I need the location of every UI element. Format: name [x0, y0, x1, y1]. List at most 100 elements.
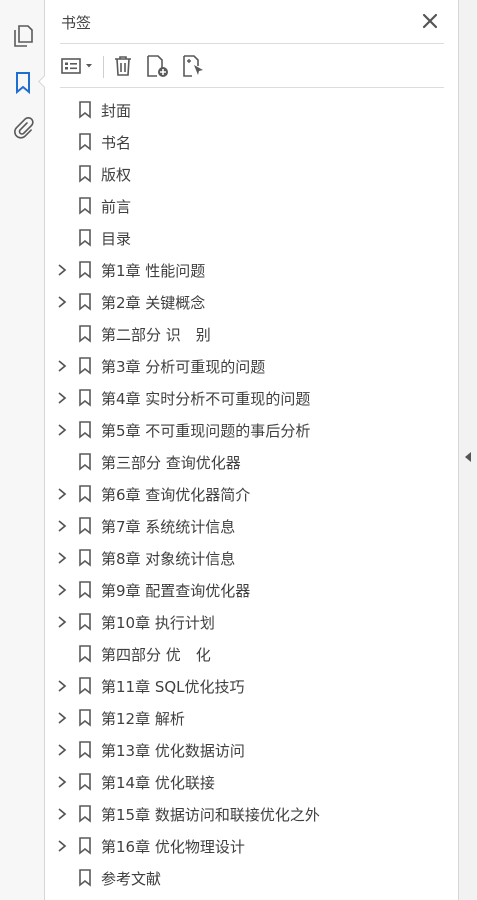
bookmark-icon — [79, 357, 91, 375]
bookmark-label: 参考文献 — [101, 870, 162, 888]
bookmark-icon — [16, 72, 30, 95]
bookmark-label: 前言 — [101, 198, 132, 216]
bookmark-item[interactable]: 第3章 分析可重现的问题 — [46, 350, 458, 382]
bookmark-item[interactable]: 目录 — [46, 222, 458, 254]
chevron-right-icon[interactable] — [55, 743, 69, 757]
bookmark-label: 第15章 数据访问和联接优化之外 — [101, 806, 320, 824]
bookmark-icon — [79, 325, 91, 343]
add-bookmark-icon — [147, 55, 168, 77]
options-menu-button[interactable] — [60, 52, 94, 80]
bookmark-icon — [79, 421, 91, 439]
bookmark-item[interactable]: 第11章 SQL优化技巧 — [46, 670, 458, 702]
chevron-right-icon[interactable] — [55, 263, 69, 277]
chevron-right-icon[interactable] — [55, 775, 69, 789]
chevron-right-icon[interactable] — [55, 807, 69, 821]
bookmark-item[interactable]: 第9章 配置查询优化器 — [46, 574, 458, 606]
bookmark-icon — [79, 645, 91, 663]
chevron-right-icon[interactable] — [55, 423, 69, 437]
bookmark-label: 第16章 优化物理设计 — [101, 838, 245, 856]
chevron-right-icon[interactable] — [55, 551, 69, 565]
chevron-right-icon[interactable] — [55, 487, 69, 501]
bookmark-icon — [79, 869, 91, 887]
bookmark-icon — [79, 581, 91, 599]
bookmark-item[interactable]: 封面 — [46, 94, 458, 126]
bookmark-label: 第四部分 优 化 — [101, 646, 211, 664]
bookmark-label: 第5章 不可重现问题的事后分析 — [101, 422, 311, 440]
bookmark-icon — [79, 293, 91, 311]
bookmark-item[interactable]: 第13章 优化数据访问 — [46, 734, 458, 766]
left-nav-rail — [0, 0, 45, 900]
delete-bookmark-button[interactable] — [112, 52, 134, 80]
bookmark-item[interactable]: 第10章 执行计划 — [46, 606, 458, 638]
bookmark-label: 版权 — [101, 166, 132, 184]
bookmark-label: 第8章 对象统计信息 — [101, 550, 236, 568]
chevron-right-icon[interactable] — [55, 391, 69, 405]
bookmark-icon — [79, 389, 91, 407]
collapse-panel-arrow-icon[interactable] — [465, 452, 471, 462]
bookmark-item[interactable]: 第14章 优化联接 — [46, 766, 458, 798]
bookmark-item[interactable]: 第2章 关键概念 — [46, 286, 458, 318]
bookmark-icon — [79, 517, 91, 535]
bookmark-item[interactable]: 前言 — [46, 190, 458, 222]
bookmark-label: 第11章 SQL优化技巧 — [101, 678, 245, 696]
bookmark-item[interactable]: 第5章 不可重现问题的事后分析 — [46, 414, 458, 446]
new-bookmark-button[interactable] — [145, 52, 171, 80]
chevron-right-icon[interactable] — [55, 295, 69, 309]
bookmarks-button[interactable] — [9, 69, 37, 97]
bookmark-label: 第2章 关键概念 — [101, 294, 206, 312]
toolbar-separator — [103, 56, 104, 78]
bookmark-list: 封面书名版权前言目录第1章 性能问题 第2章 关键概念第二部分 识 别第3章 分析… — [46, 94, 458, 894]
bookmark-item[interactable]: 第8章 对象统计信息 — [46, 542, 458, 574]
attachments-button[interactable] — [9, 114, 37, 142]
bookmark-icon — [79, 773, 91, 791]
bookmark-label: 目录 — [101, 230, 132, 248]
bookmark-label: 第三部分 查询优化器 — [101, 454, 241, 472]
chevron-right-icon[interactable] — [55, 519, 69, 533]
pages-icon — [14, 25, 33, 47]
bookmark-icon — [79, 549, 91, 567]
bookmark-item[interactable]: 第16章 优化物理设计 — [46, 830, 458, 862]
new-bookmark-from-selection-button[interactable] — [181, 52, 207, 80]
bookmark-item[interactable]: 第4章 实时分析不可重现的问题 — [46, 382, 458, 414]
bookmark-icon — [79, 677, 91, 695]
bookmark-label: 第9章 配置查询优化器 — [101, 582, 251, 600]
bookmark-item[interactable]: 第12章 解析 — [46, 702, 458, 734]
header-divider — [60, 43, 444, 44]
paperclip-icon — [14, 116, 34, 139]
bookmark-icon — [79, 197, 91, 215]
bookmark-label: 第12章 解析 — [101, 710, 185, 728]
panel-edge-strip — [458, 0, 477, 900]
bookmark-item[interactable]: 第6章 查询优化器简介 — [46, 478, 458, 510]
chevron-right-icon[interactable] — [55, 679, 69, 693]
bookmark-item[interactable]: 第二部分 识 别 — [46, 318, 458, 350]
chevron-right-icon[interactable] — [55, 583, 69, 597]
panel-title: 书签 — [61, 14, 92, 32]
chevron-right-icon[interactable] — [55, 711, 69, 725]
chevron-right-icon[interactable] — [55, 359, 69, 373]
bookmark-item[interactable]: 第1章 性能问题 — [46, 254, 458, 286]
toolbar-divider — [60, 87, 444, 88]
bookmark-item[interactable]: 参考文献 — [46, 862, 458, 894]
bookmark-from-selection-icon — [183, 55, 203, 77]
bookmark-item[interactable]: 第7章 系统统计信息 — [46, 510, 458, 542]
bookmark-label: 第1章 性能问题 — [101, 262, 206, 280]
page-thumbnails-button[interactable] — [9, 22, 37, 50]
close-panel-button[interactable] — [420, 11, 440, 31]
bookmark-item[interactable]: 第四部分 优 化 — [46, 638, 458, 670]
bookmark-item[interactable]: 第三部分 查询优化器 — [46, 446, 458, 478]
bookmark-icon — [79, 101, 91, 119]
bookmark-icon — [79, 741, 91, 759]
bookmark-item[interactable]: 书名 — [46, 126, 458, 158]
bookmark-label: 封面 — [101, 102, 132, 120]
bookmark-item[interactable]: 版权 — [46, 158, 458, 190]
bookmark-icon — [79, 453, 91, 471]
bookmark-icon — [79, 485, 91, 503]
bookmarks-panel: 书签 封面 书名 版权 前言 目录 第1章 性能问题 第2章 关键概念 第二部分… — [46, 0, 458, 900]
bookmark-label: 书名 — [101, 134, 132, 152]
bookmark-item[interactable]: 第15章 数据访问和联接优化之外 — [46, 798, 458, 830]
bookmark-icon — [79, 837, 91, 855]
chevron-right-icon[interactable] — [55, 615, 69, 629]
list-options-icon — [61, 58, 92, 74]
chevron-right-icon[interactable] — [55, 839, 69, 853]
bookmark-icon — [79, 709, 91, 727]
